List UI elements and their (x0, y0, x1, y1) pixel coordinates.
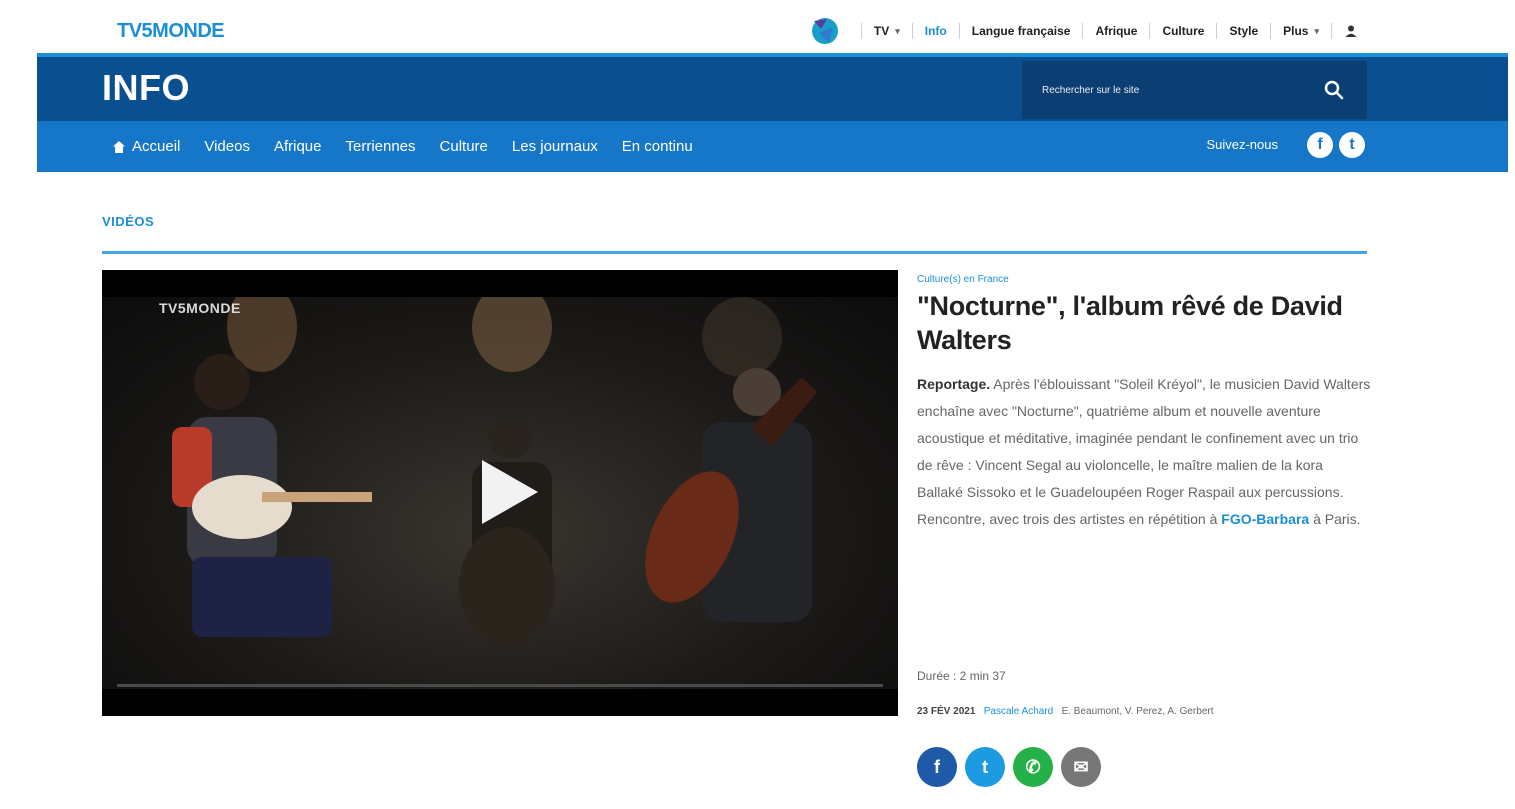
chevron-down-icon: ▾ (895, 25, 900, 36)
video-player[interactable]: TV5MONDE (102, 270, 898, 716)
topnav-plus[interactable]: Plus ▾ (1283, 24, 1319, 38)
article-kicker[interactable]: Culture(s) en France (917, 274, 1372, 285)
author-link[interactable]: Pascale Achard (984, 706, 1054, 717)
subnav-les-journaux[interactable]: Les journaux (512, 138, 598, 155)
follow-label: Suivez-nous (1206, 137, 1278, 152)
article-credits: 23 FÉV 2021 Pascale Achard E. Beaumont, … (917, 706, 1214, 717)
search-input[interactable] (1042, 79, 1312, 101)
search-icon[interactable] (1323, 79, 1345, 101)
topnav-info[interactable]: Info (925, 24, 947, 38)
facebook-share-button[interactable]: f (917, 747, 957, 787)
topnav-culture[interactable]: Culture (1162, 24, 1204, 38)
article-headline: "Nocturne", l'album rêvé de David Walter… (917, 291, 1343, 355)
topnav-style[interactable]: Style (1229, 24, 1258, 38)
page: TV5MONDE TV ▾ Info Langue française Afriq… (37, 0, 1508, 809)
play-icon (482, 460, 538, 524)
section-divider (102, 251, 1367, 254)
subnav-culture[interactable]: Culture (440, 138, 488, 155)
twitter-icon[interactable]: t (1339, 132, 1365, 158)
crew-credits: E. Beaumont, V. Perez, A. Gerbert (1061, 706, 1214, 717)
top-bar: TV5MONDE TV ▾ Info Langue française Afriq… (37, 8, 1508, 53)
subnav-afrique[interactable]: Afrique (274, 138, 322, 155)
video-duration: Durée : 2 min 37 (917, 669, 1006, 683)
search-box (1022, 61, 1367, 119)
facebook-icon[interactable]: f (1307, 132, 1333, 158)
topnav-tv[interactable]: TV ▾ (874, 24, 900, 38)
home-icon (113, 140, 125, 153)
sub-nav: Accueil Videos Afrique Terriennes Cultur… (37, 121, 1508, 172)
section-label: VIDÉOS (102, 214, 155, 229)
topnav-afrique[interactable]: Afrique (1095, 24, 1137, 38)
publish-date: 23 FÉV 2021 (917, 706, 976, 717)
section-header: INFO Accueil Videos Afrique Terriennes C… (37, 53, 1508, 172)
whatsapp-share-button[interactable]: ✆ (1013, 747, 1053, 787)
subnav-terriennes[interactable]: Terriennes (345, 138, 415, 155)
subnav-videos[interactable]: Videos (204, 138, 250, 155)
video-progress-bar[interactable] (117, 684, 883, 687)
page-title: INFO (102, 67, 190, 108)
twitter-share-button[interactable]: t (965, 747, 1005, 787)
brand-logo[interactable]: TV5MONDE (117, 20, 225, 43)
social-links: f t (1307, 132, 1365, 158)
globe-icon[interactable] (805, 13, 841, 49)
subnav-en-continu[interactable]: En continu (622, 138, 693, 155)
share-bar: f t ✆ ✉ (917, 747, 1101, 787)
play-button[interactable] (472, 457, 542, 527)
article-summary: Reportage. Après l'éblouissant "Soleil K… (917, 371, 1372, 533)
topnav-langue-francaise[interactable]: Langue française (972, 24, 1071, 38)
summary-body: Après l'éblouissant "Soleil Kréyol", le … (917, 376, 1371, 527)
subnav-accueil[interactable]: Accueil (112, 138, 180, 155)
video-watermark: TV5MONDE (159, 300, 241, 316)
email-share-button[interactable]: ✉ (1061, 747, 1101, 787)
user-icon[interactable] (1344, 24, 1358, 38)
summary-end: à Paris. (1309, 511, 1361, 527)
chevron-down-icon: ▾ (1314, 25, 1319, 36)
summary-link[interactable]: FGO-Barbara (1221, 511, 1309, 527)
article-meta: Culture(s) en France "Nocturne", l'album… (917, 270, 1372, 533)
top-nav: TV ▾ Info Langue française Afrique Cultur… (805, 14, 1358, 48)
summary-lead: Reportage. (917, 376, 991, 392)
